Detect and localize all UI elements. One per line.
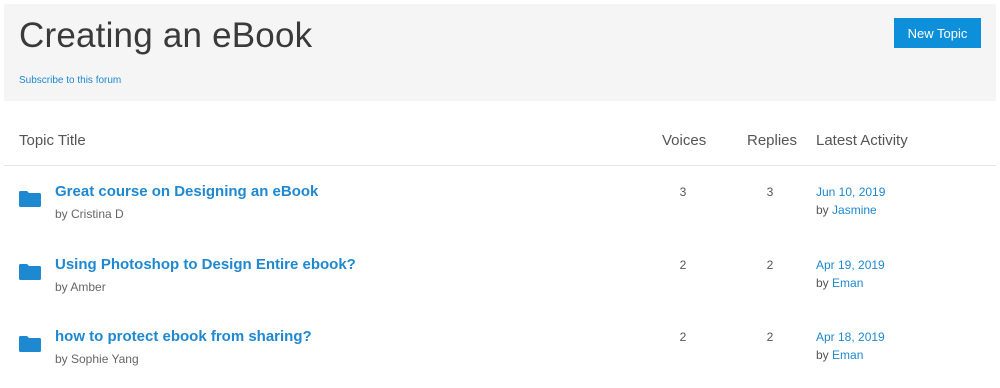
topic-author: by Sophie Yang <box>55 352 139 366</box>
latest-activity-date-link[interactable]: Jun 10, 2019 <box>816 185 885 199</box>
folder-icon <box>19 264 41 280</box>
voices-count: 2 <box>679 258 687 272</box>
topic-title-link[interactable]: Great course on Designing an eBook <box>55 183 318 200</box>
topic-row: Great course on Designing an eBook by Cr… <box>0 183 1000 243</box>
new-topic-button[interactable]: New Topic <box>894 18 981 48</box>
forum-header: Creating an eBook Subscribe to this foru… <box>4 4 996 101</box>
topic-row: Using Photoshop to Design Entire ebook? … <box>0 256 1000 316</box>
topic-author: by Amber <box>55 280 106 294</box>
column-header-replies: Replies <box>747 132 798 149</box>
voices-count: 2 <box>679 330 687 344</box>
topic-row: how to protect ebook from sharing? by So… <box>0 328 1000 388</box>
latest-activity-by-prefix: by <box>816 348 829 362</box>
voices-count: 3 <box>679 185 687 199</box>
subscribe-link[interactable]: Subscribe to this forum <box>19 75 121 86</box>
folder-icon <box>19 336 41 352</box>
folder-icon <box>19 191 41 207</box>
page-title: Creating an eBook <box>19 16 313 55</box>
topic-author: by Cristina D <box>55 207 124 221</box>
replies-count: 3 <box>766 185 774 199</box>
latest-activity-user-link[interactable]: Eman <box>832 276 863 290</box>
latest-activity-by: by Eman <box>816 348 863 362</box>
latest-activity-by: by Eman <box>816 276 863 290</box>
latest-activity-date-link[interactable]: Apr 19, 2019 <box>816 258 885 272</box>
column-header-voices: Voices <box>662 132 707 149</box>
replies-count: 2 <box>766 330 774 344</box>
replies-count: 2 <box>766 258 774 272</box>
latest-activity-by-prefix: by <box>816 203 829 217</box>
latest-activity-user-link[interactable]: Jasmine <box>832 203 877 217</box>
latest-activity-by-prefix: by <box>816 276 829 290</box>
topic-title-link[interactable]: how to protect ebook from sharing? <box>55 328 312 345</box>
latest-activity-user-link[interactable]: Eman <box>832 348 863 362</box>
header-divider <box>4 165 996 166</box>
latest-activity-by: by Jasmine <box>816 203 877 217</box>
topic-title-link[interactable]: Using Photoshop to Design Entire ebook? <box>55 256 356 273</box>
column-header-latest-activity: Latest Activity <box>816 132 908 149</box>
latest-activity-date-link[interactable]: Apr 18, 2019 <box>816 330 885 344</box>
column-header-topic-title: Topic Title <box>19 132 86 149</box>
